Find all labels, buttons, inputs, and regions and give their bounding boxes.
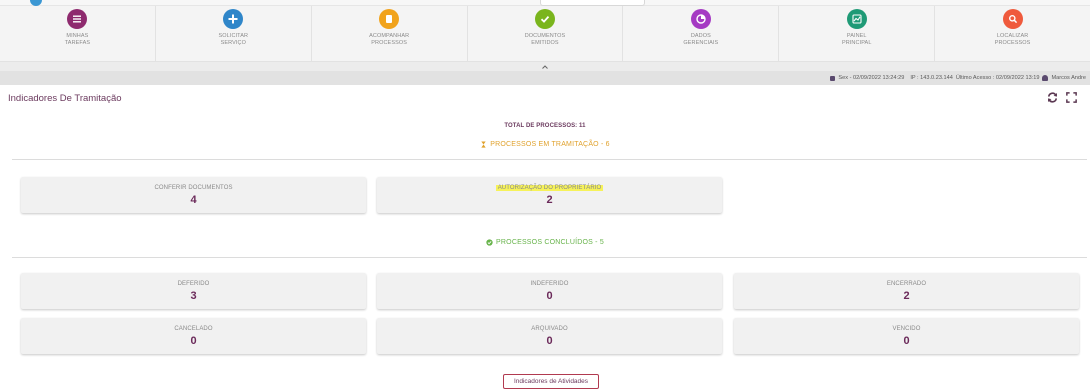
nav-label: DADOS GERENCIAIS xyxy=(683,33,719,46)
card-value: 0 xyxy=(190,334,197,347)
plus-icon xyxy=(223,9,244,29)
card-arquivado[interactable]: ARQUIVADO 0 xyxy=(377,318,722,354)
nav-item-localizar-processos[interactable]: LOCALIZAR PROCESSOS xyxy=(935,6,1090,61)
card-value: 0 xyxy=(546,334,553,347)
card-encerrado[interactable]: ENCERRADO 2 xyxy=(734,273,1079,309)
nav-item-solicitar-servico[interactable]: SOLICITAR SERVIÇO xyxy=(156,6,312,61)
in-progress-title: PROCESSOS EM TRAMITAÇÃO - 6 xyxy=(490,141,610,148)
document-icon xyxy=(379,9,400,29)
chevron-up-icon xyxy=(542,64,548,69)
nav-item-dados-gerenciais[interactable]: DADOS GERENCIAIS xyxy=(623,6,780,61)
card-label: DEFERIDO xyxy=(177,280,210,287)
session-user[interactable]: Marcos Andre xyxy=(1051,75,1086,81)
header-tools xyxy=(1046,91,1078,104)
nav-item-minhas-tarefas[interactable]: MINHAS TAREFAS xyxy=(0,6,156,61)
nav-label: LOCALIZAR PROCESSOS xyxy=(994,33,1031,46)
card-label: ENCERRADO xyxy=(886,280,927,287)
card-value: 0 xyxy=(546,289,553,302)
nav-label: SOLICITAR SERVIÇO xyxy=(218,33,249,46)
session-info-bar: Sex - 02/09/2022 13:24:29 IP : 143.0.23.… xyxy=(0,71,1090,85)
card-value: 2 xyxy=(546,193,553,206)
refresh-icon[interactable] xyxy=(1046,91,1059,104)
session-ip: IP : 143.0.23.144 xyxy=(910,75,953,81)
card-value: 4 xyxy=(190,193,197,206)
line-chart-icon xyxy=(846,9,867,29)
nav-item-acompanhar-processos[interactable]: ACOMPANHAR PROCESSOS xyxy=(312,6,468,61)
collapse-nav-toggle[interactable] xyxy=(0,62,1090,71)
user-icon xyxy=(1042,75,1049,81)
activities-indicators-button[interactable]: Indicadores de Atividades xyxy=(503,374,599,389)
card-cancelado[interactable]: CANCELADO 0 xyxy=(21,318,366,354)
card-label: CONFERIR DOCUMENTOS xyxy=(154,184,233,191)
nav-label: DOCUMENTOS EMITIDOS xyxy=(524,33,566,46)
pie-chart-icon xyxy=(690,9,711,29)
in-progress-section-title: PROCESSOS EM TRAMITAÇÃO - 6 xyxy=(0,141,1090,148)
session-last-access: Último Acesso : 02/09/2022 13:19 xyxy=(955,75,1040,81)
card-label: CANCELADO xyxy=(174,325,213,332)
session-datetime: Sex - 02/09/2022 13:24:29 xyxy=(838,75,905,81)
fullscreen-icon[interactable] xyxy=(1065,91,1078,104)
nav-label: ACOMPANHAR PROCESSOS xyxy=(369,33,410,46)
card-value: 2 xyxy=(903,289,910,302)
nav-item-documentos-emitidos[interactable]: DOCUMENTOS EMITIDOS xyxy=(468,6,624,61)
nav-item-painel-principal[interactable]: PAINEL PRINCIPAL xyxy=(779,6,936,61)
card-label: INDEFERIDO xyxy=(530,280,569,287)
divider xyxy=(12,159,1087,160)
calendar-icon xyxy=(830,75,836,81)
card-vencido[interactable]: VENCIDO 0 xyxy=(734,318,1079,354)
nav-label: MINHAS TAREFAS xyxy=(64,33,91,46)
card-label: AUTORIZAÇÃO DO PROPRIETÁRIO xyxy=(495,184,604,191)
card-autorizacao-proprietario[interactable]: AUTORIZAÇÃO DO PROPRIETÁRIO 2 xyxy=(377,177,722,213)
check-icon xyxy=(535,9,555,29)
total-processes: TOTAL DE PROCESSOS: 11 xyxy=(504,123,586,129)
main-nav: MINHAS TAREFAS SOLICITAR SERVIÇO ACOMPAN… xyxy=(0,6,1090,62)
search-icon xyxy=(1002,9,1023,29)
card-value: 0 xyxy=(903,334,910,347)
page-title: Indicadores De Tramitação xyxy=(8,93,122,104)
card-label: VENCIDO xyxy=(892,325,921,332)
card-label: ARQUIVADO xyxy=(531,325,568,332)
hourglass-icon xyxy=(481,141,486,148)
completed-section-title: PROCESSOS CONCLUÍDOS - 5 xyxy=(0,239,1090,246)
divider xyxy=(12,257,1087,258)
check-circle-icon xyxy=(486,239,493,246)
card-conferir-documentos[interactable]: CONFERIR DOCUMENTOS 4 xyxy=(21,177,366,213)
list-icon xyxy=(67,9,88,29)
card-indeferido[interactable]: INDEFERIDO 0 xyxy=(377,273,722,309)
completed-title: PROCESSOS CONCLUÍDOS - 5 xyxy=(496,239,604,246)
card-value: 3 xyxy=(190,289,197,302)
nav-label: PAINEL PRINCIPAL xyxy=(841,33,872,46)
card-deferido[interactable]: DEFERIDO 3 xyxy=(21,273,366,309)
